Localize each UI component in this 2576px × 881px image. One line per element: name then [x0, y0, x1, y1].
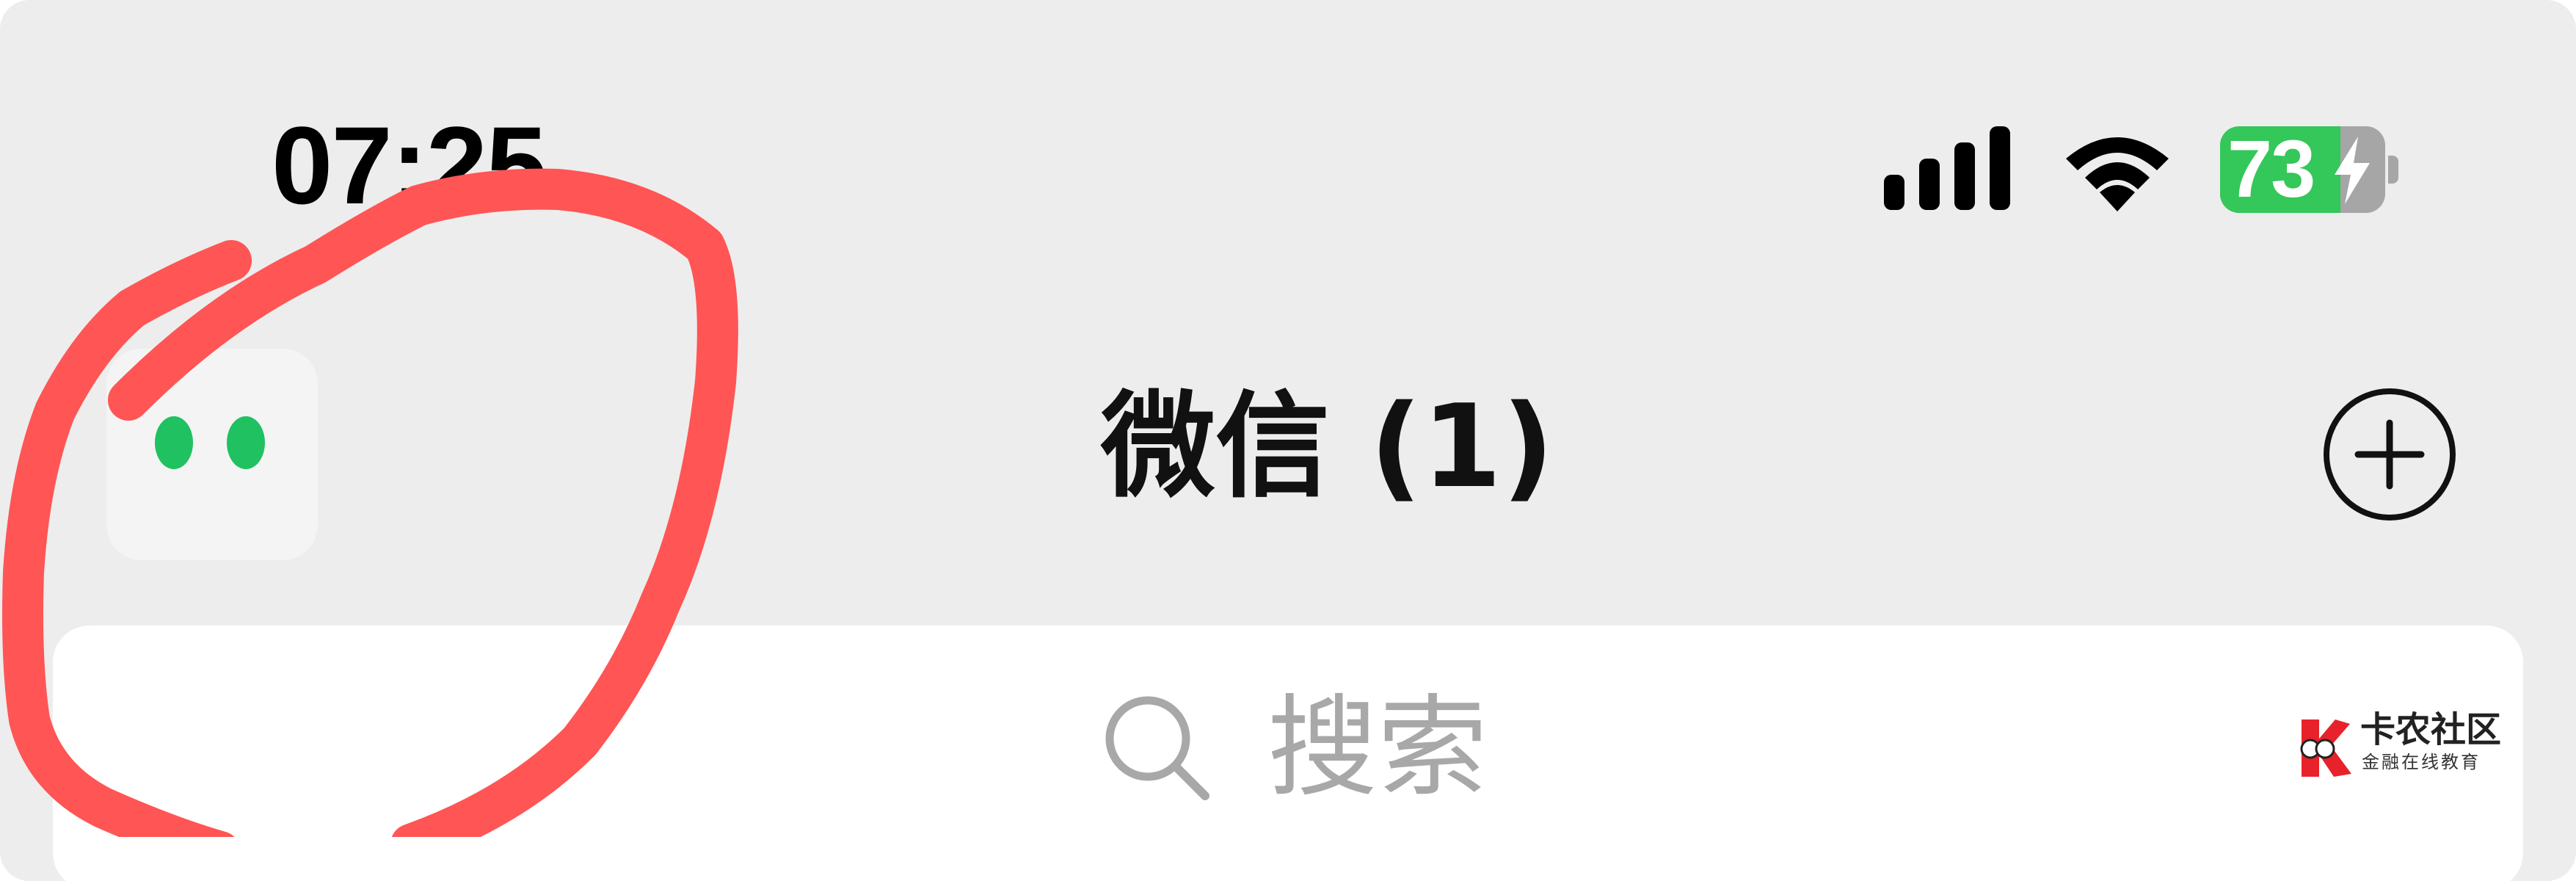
search-placeholder: 搜索	[1267, 684, 1488, 812]
mini-program-icon[interactable]	[106, 349, 318, 560]
search-icon	[1105, 696, 1209, 800]
wechat-screen: 07:25 73 微信 (1) 搜索 卡农社区 金融在线教育	[0, 0, 2576, 881]
status-time: 07:25	[272, 104, 547, 227]
charging-bolt-icon	[2335, 137, 2370, 204]
mini-program-dot-right	[227, 416, 265, 469]
wifi-icon	[2066, 137, 2169, 211]
plus-circle-icon[interactable]	[2323, 388, 2456, 521]
battery-percentage: 73	[2227, 126, 2315, 213]
watermark: 卡农社区 金融在线教育	[2297, 712, 2503, 786]
watermark-name: 卡农社区	[2360, 709, 2502, 750]
page-title: 微信 (1)	[1101, 380, 1554, 513]
battery-icon: 73	[2220, 126, 2404, 213]
kanong-logo-icon	[2300, 719, 2351, 777]
mini-program-dot-left	[155, 416, 193, 469]
watermark-tagline: 金融在线教育	[2362, 752, 2481, 772]
cellular-signal-icon	[1884, 126, 2010, 210]
search-bar[interactable]: 搜索	[53, 626, 2523, 881]
battery-cap	[2388, 156, 2398, 184]
